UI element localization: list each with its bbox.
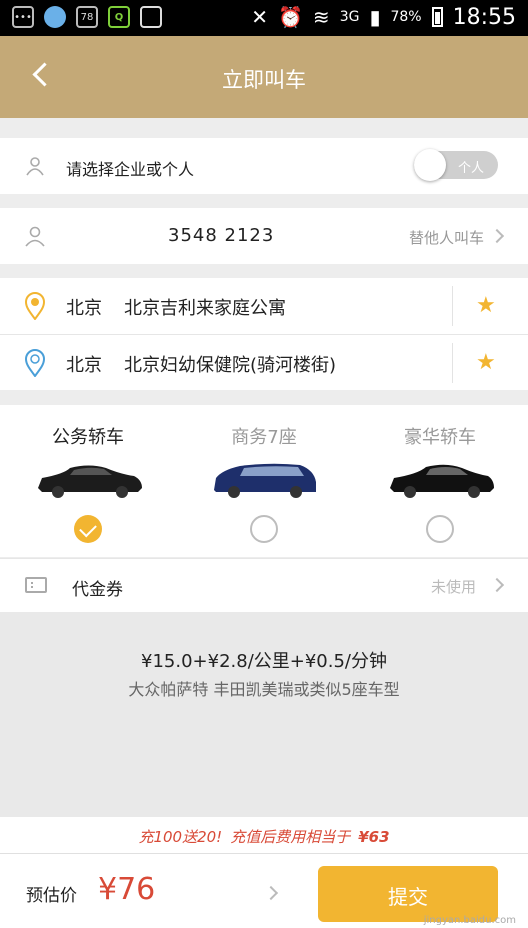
start-place: 北京吉利来家庭公寓 xyxy=(124,298,286,319)
battery-icon xyxy=(431,7,443,27)
toggle-label: 个人 xyxy=(457,161,484,176)
call-for-others-link[interactable]: 替他人叫车 xyxy=(409,227,484,248)
phone-number: 3548 2123 xyxy=(168,225,275,246)
estimate-price[interactable]: ¥76 xyxy=(98,872,155,907)
black-sedan-image xyxy=(38,465,142,498)
passenger-row[interactable]: 3548 2123 替他人叫车 xyxy=(0,208,528,264)
price-info: ¥15.0+¥2.8/公里+¥0.5/分钟 大众帕萨特 丰田凯美瑞或类似5座车型 xyxy=(0,612,528,817)
luxury-sedan-image xyxy=(390,464,494,498)
car-label: 商务7座 xyxy=(231,427,297,448)
estimate-label: 预估价 xyxy=(26,886,77,906)
account-toggle[interactable]: 个人 xyxy=(414,149,498,181)
wifi-icon: ≋ xyxy=(312,5,330,29)
coupon-label: 代金券 xyxy=(72,580,123,600)
account-type-row[interactable]: 请选择企业或个人 个人 xyxy=(0,138,528,194)
alarm-icon: ⏰ xyxy=(278,5,303,29)
chevron-right-icon xyxy=(489,228,505,244)
person-icon xyxy=(25,226,45,247)
account-type-label: 请选择企业或个人 xyxy=(66,160,195,179)
cloud-icon xyxy=(44,6,66,28)
start-address-row[interactable]: 北京 北京吉利来家庭公寓 ★ xyxy=(0,278,528,334)
header: 立即叫车 xyxy=(0,36,528,118)
price-rule: ¥15.0+¥2.8/公里+¥0.5/分钟 xyxy=(141,651,387,672)
company-user-icon xyxy=(26,157,44,176)
selected-check-icon[interactable] xyxy=(74,515,102,543)
signal-icon: ▮ xyxy=(369,5,381,29)
coupon-status: 未使用 xyxy=(430,578,476,596)
start-city: 北京 xyxy=(66,298,102,319)
car-option-sedan[interactable]: 公务轿车 xyxy=(0,405,176,557)
chevron-right-icon xyxy=(489,577,505,593)
promo-offer: 充100送20! xyxy=(138,828,223,846)
car-label: 公务轿车 xyxy=(52,427,124,448)
start-pin-icon xyxy=(24,292,46,320)
promo-amount: ¥63 xyxy=(358,828,390,846)
end-city: 北京 xyxy=(66,355,102,376)
submit-button[interactable]: 提交 xyxy=(318,866,498,922)
car-label: 豪华轿车 xyxy=(404,427,476,448)
radio-button[interactable] xyxy=(250,515,278,543)
end-address-row[interactable]: 北京 北京妇幼保健院(骑河楼街) ★ xyxy=(0,334,528,390)
mute-icon: ✕ xyxy=(251,5,269,29)
page-title: 立即叫车 xyxy=(222,68,306,92)
divider xyxy=(452,343,453,383)
car-type-selector: 公务轿车 商务7座 豪华轿车 xyxy=(0,405,528,557)
divider xyxy=(452,286,453,326)
promo-banner[interactable]: 充100送20! 充值后费用相当于 ¥63 xyxy=(0,817,528,853)
status-bar: ••• 78 Q ✕ ⏰ ≋ 3G ▮ 78% 18:55 xyxy=(0,0,528,36)
chevron-right-icon[interactable] xyxy=(263,885,279,901)
notification-badge: 78 xyxy=(76,6,98,28)
car-option-mpv[interactable]: 商务7座 xyxy=(176,405,352,557)
ticket-icon xyxy=(25,577,47,593)
image-icon xyxy=(140,6,162,28)
blue-minivan-image xyxy=(214,463,316,498)
promo-text: 充值后费用相当于 xyxy=(230,828,351,846)
star-icon[interactable]: ★ xyxy=(476,293,496,318)
toggle-knob xyxy=(414,149,446,181)
battery-percent: 78% xyxy=(390,9,422,25)
message-icon: ••• xyxy=(12,6,34,28)
car-models: 大众帕萨特 丰田凯美瑞或类似5座车型 xyxy=(128,680,400,699)
coupon-row[interactable]: 代金券 未使用 xyxy=(0,558,528,612)
route-card: 北京 北京吉利来家庭公寓 ★ 北京 北京妇幼保健院(骑河楼街) ★ xyxy=(0,278,528,390)
app-icon: Q xyxy=(108,6,130,28)
network-label: 3G xyxy=(339,9,360,25)
end-pin-icon xyxy=(24,349,46,377)
radio-button[interactable] xyxy=(426,515,454,543)
bottom-bar: 预估价 ¥76 提交 jingyan.baidu.com xyxy=(0,853,528,928)
car-option-luxury[interactable]: 豪华轿车 xyxy=(352,405,528,557)
star-icon[interactable]: ★ xyxy=(476,350,496,375)
watermark: jingyan.baidu.com xyxy=(423,915,516,926)
end-place: 北京妇幼保健院(骑河楼街) xyxy=(124,355,337,376)
clock: 18:55 xyxy=(452,4,516,30)
